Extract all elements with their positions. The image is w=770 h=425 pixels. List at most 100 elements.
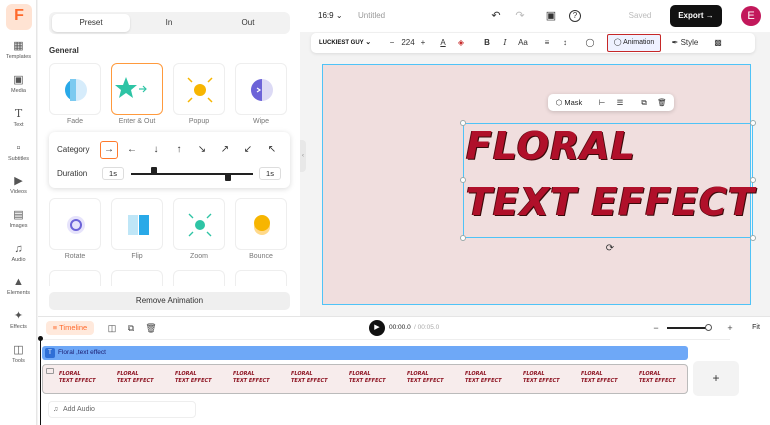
- zoom-out-icon[interactable]: −: [650, 321, 662, 335]
- animation-card-fade[interactable]: [49, 63, 101, 115]
- document-title[interactable]: Untitled: [358, 11, 385, 20]
- resize-handle-bottom-left[interactable]: [460, 235, 466, 241]
- app-logo[interactable]: F: [6, 4, 32, 30]
- bold-icon[interactable]: B: [481, 36, 493, 50]
- avatar[interactable]: E: [741, 6, 761, 26]
- timeline-toggle[interactable]: ≡ Timeline: [46, 321, 94, 335]
- sidebar-item-effects[interactable]: ✦ Effects: [0, 310, 37, 342]
- trash-icon[interactable]: 🗑: [145, 321, 157, 335]
- tab-out[interactable]: Out: [209, 14, 287, 32]
- frame-thumbnail: FLORAL TEXT EFFECT: [349, 371, 386, 384]
- timeline-zoom-handle[interactable]: [705, 324, 712, 331]
- text-icon: T: [14, 107, 23, 120]
- help-icon[interactable]: ?: [569, 10, 581, 22]
- animation-card-partial[interactable]: [49, 270, 101, 286]
- text-color-icon[interactable]: A: [437, 36, 449, 50]
- sidebar-item-tools[interactable]: ◫ Tools: [0, 344, 37, 376]
- animation-card-enter-out[interactable]: [111, 63, 163, 115]
- frames-icon: [46, 368, 54, 374]
- font-size-decrease-button[interactable]: −: [387, 36, 397, 50]
- font-size-increase-button[interactable]: +: [418, 36, 428, 50]
- duplicate-icon[interactable]: ⧉: [638, 96, 650, 109]
- play-button[interactable]: ▶: [369, 320, 385, 336]
- text-case-icon[interactable]: Aa: [516, 36, 530, 50]
- frame-thumbnail: FLORAL TEXT EFFECT: [465, 371, 502, 384]
- add-track-button[interactable]: +: [693, 361, 739, 396]
- direction-up-left-button[interactable]: ↖: [263, 141, 281, 159]
- italic-icon[interactable]: I: [499, 36, 511, 50]
- tab-preset[interactable]: Preset: [52, 14, 130, 32]
- fill-color-icon[interactable]: ◈: [455, 36, 467, 50]
- collapse-panel-handle[interactable]: ‹: [300, 140, 306, 172]
- resize-handle-top-right[interactable]: [750, 120, 756, 126]
- tab-in[interactable]: In: [130, 14, 208, 32]
- align-left-icon[interactable]: ⊢: [596, 96, 608, 109]
- animation-button[interactable]: ◯ Animation: [607, 34, 661, 52]
- sidebar-item-audio[interactable]: ♫ Audio: [0, 243, 37, 275]
- font-selector[interactable]: LUCKIEST GUY ⌄: [315, 36, 383, 50]
- animation-card-partial[interactable]: [235, 270, 287, 286]
- sidebar-item-videos[interactable]: ▶ Videos: [0, 175, 37, 207]
- duration-end-value[interactable]: 1s: [259, 167, 281, 180]
- style-button[interactable]: ✒ Style: [669, 36, 701, 50]
- screen-capture-icon[interactable]: ▣: [544, 9, 558, 23]
- aspect-ratio-selector[interactable]: 16:9 ⌄: [318, 11, 343, 20]
- direction-down-left-button[interactable]: ↙: [239, 141, 257, 159]
- duration-start-value[interactable]: 1s: [102, 167, 124, 180]
- sidebar-item-images[interactable]: ▤ Images: [0, 209, 37, 241]
- layers-icon[interactable]: ☰: [614, 96, 626, 109]
- sidebar-item-text[interactable]: T Text: [0, 108, 37, 140]
- duration-slider-start-handle[interactable]: [151, 167, 157, 174]
- sidebar-item-media[interactable]: ▣ Media: [0, 74, 37, 106]
- sidebar-item-templates[interactable]: ▦ Templates: [0, 40, 37, 72]
- redo-icon[interactable]: ↷: [513, 9, 527, 23]
- animation-card-partial[interactable]: [173, 270, 225, 286]
- animation-card-flip[interactable]: [111, 198, 163, 250]
- frame-thumbnail: FLORAL TEXT EFFECT: [59, 371, 96, 384]
- canvas-text-line-2[interactable]: TEXT EFFECT: [466, 180, 755, 224]
- direction-right-button[interactable]: →: [100, 141, 118, 159]
- fit-button[interactable]: Fit: [745, 322, 767, 334]
- animation-frames-track[interactable]: FLORAL TEXT EFFECT FLORAL TEXT EFFECT FLOR…: [42, 364, 688, 394]
- align-icon[interactable]: ≡: [541, 36, 553, 50]
- frame-thumbnail: FLORAL TEXT EFFECT: [117, 371, 154, 384]
- animation-card-popup[interactable]: [173, 63, 225, 115]
- zoom-in-icon[interactable]: +: [724, 321, 736, 335]
- playhead[interactable]: [38, 336, 43, 425]
- remove-animation-button[interactable]: Remove Animation: [49, 292, 290, 310]
- playhead-handle[interactable]: [38, 336, 43, 341]
- more-options-icon[interactable]: ▩: [712, 36, 724, 50]
- rotate-handle-icon[interactable]: ⟳: [604, 243, 616, 255]
- text-track[interactable]: T Floral ,text effect: [42, 346, 688, 360]
- undo-icon[interactable]: ↶: [489, 9, 503, 23]
- animation-panel: Preset In Out General Fade Enter & Out P…: [38, 0, 300, 316]
- duration-slider-end-handle[interactable]: [225, 174, 231, 181]
- animation-label-enter-out: Enter & Out: [118, 118, 156, 125]
- canvas-text-line-1[interactable]: FLORAL: [466, 124, 636, 168]
- direction-down-button[interactable]: ↓: [147, 141, 165, 159]
- effects-style-icon[interactable]: ◯: [584, 36, 596, 50]
- split-icon[interactable]: ◫: [106, 321, 118, 335]
- direction-up-button[interactable]: ↑: [170, 141, 188, 159]
- add-audio-button[interactable]: ♫ Add Audio: [48, 401, 196, 418]
- export-button[interactable]: Export →: [670, 5, 722, 27]
- effects-icon: ✦: [13, 310, 24, 322]
- resize-handle-bottom-right[interactable]: [750, 235, 756, 241]
- timeline-ruler[interactable]: [40, 339, 730, 340]
- sidebar-item-subtitles[interactable]: ▫ Subtitles: [0, 142, 37, 174]
- delete-icon[interactable]: 🗑: [656, 96, 668, 109]
- font-size-input[interactable]: 224: [398, 36, 418, 50]
- animation-card-zoom[interactable]: [173, 198, 225, 250]
- animation-card-rotate[interactable]: [49, 198, 101, 250]
- sidebar-item-elements[interactable]: ▲ Elements: [0, 276, 37, 308]
- animation-card-wipe[interactable]: [235, 63, 287, 115]
- line-spacing-icon[interactable]: ↕: [559, 36, 571, 50]
- mask-button[interactable]: ⬡ Mask: [552, 96, 586, 109]
- direction-up-right-button[interactable]: ↗: [216, 141, 234, 159]
- direction-down-right-button[interactable]: ↘: [193, 141, 211, 159]
- animation-card-bounce[interactable]: [235, 198, 287, 250]
- copy-icon[interactable]: ⧉: [125, 321, 137, 335]
- duration-slider[interactable]: [131, 173, 253, 175]
- direction-left-button[interactable]: ←: [123, 141, 141, 159]
- animation-card-partial[interactable]: [111, 270, 163, 286]
